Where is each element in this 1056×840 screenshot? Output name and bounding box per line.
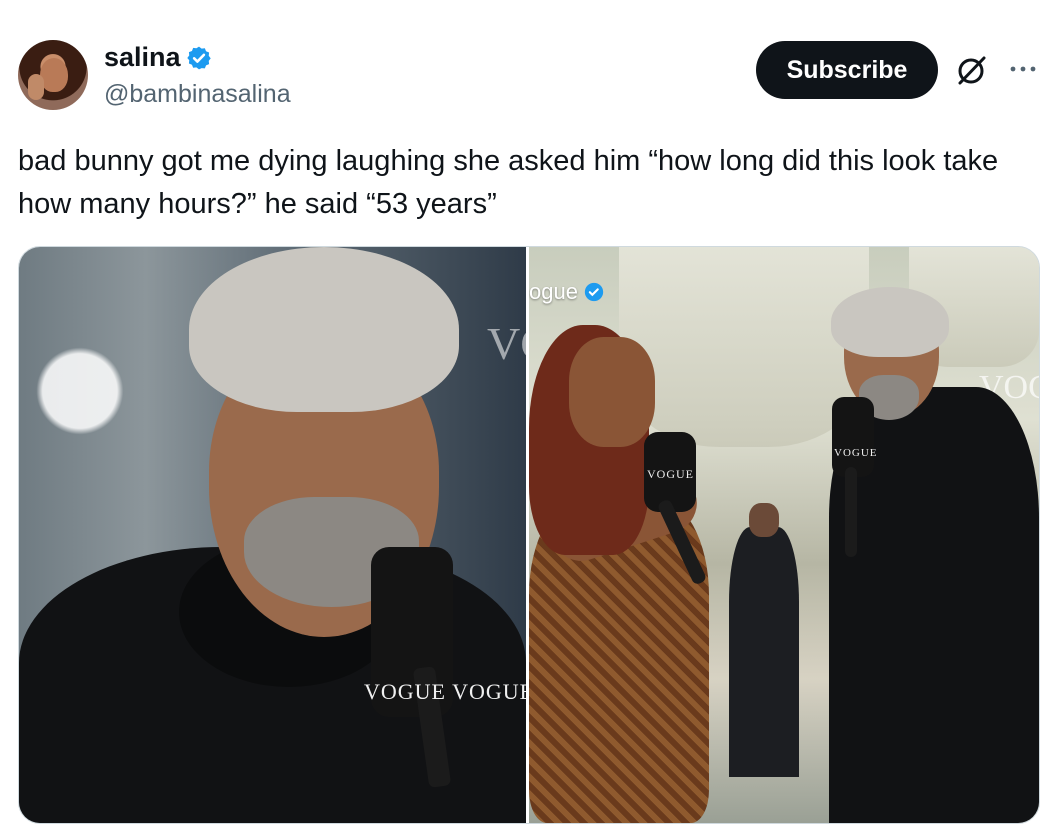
more-options-icon[interactable] bbox=[1006, 52, 1040, 86]
grok-slash-icon[interactable] bbox=[954, 52, 990, 88]
wall-vogue-text: VC bbox=[487, 318, 526, 369]
media-photo-right[interactable]: VOG ogue VOGUE VOGUE bbox=[529, 247, 1039, 823]
background-guest bbox=[729, 527, 799, 777]
overlay-account-name: ogue bbox=[529, 279, 578, 304]
avatar-hand bbox=[28, 74, 44, 100]
man-microphone bbox=[832, 397, 874, 477]
man-hair bbox=[189, 247, 459, 412]
overlay-verified-icon bbox=[584, 282, 604, 302]
subscribe-button[interactable]: Subscribe bbox=[756, 41, 938, 99]
author-avatar[interactable] bbox=[18, 40, 88, 110]
media-photo-left[interactable]: VC VOGUE VOGUE bbox=[19, 247, 526, 823]
man-microphone-handle bbox=[845, 467, 857, 557]
tweet-text: bad bunny got me dying laughing she aske… bbox=[18, 145, 999, 220]
vogue-account-overlay: ogue bbox=[529, 277, 612, 307]
man-hair-right bbox=[831, 287, 949, 357]
background-guest-head bbox=[749, 503, 779, 537]
verified-badge-icon bbox=[187, 46, 211, 70]
interviewer-microphone-label: VOGUE bbox=[647, 467, 694, 481]
interviewer-face bbox=[569, 337, 655, 447]
author-display-name[interactable]: salina bbox=[104, 40, 181, 74]
microphone-vogue-label: VOGUE VOGUE bbox=[364, 679, 526, 704]
author-handle[interactable]: @bambinasalina bbox=[104, 78, 291, 110]
tweet-media[interactable]: VC VOGUE VOGUE VOG ogue VOGUE bbox=[18, 246, 1040, 824]
man-microphone-label: VOGUE bbox=[834, 447, 878, 459]
avatar-face bbox=[40, 58, 68, 92]
